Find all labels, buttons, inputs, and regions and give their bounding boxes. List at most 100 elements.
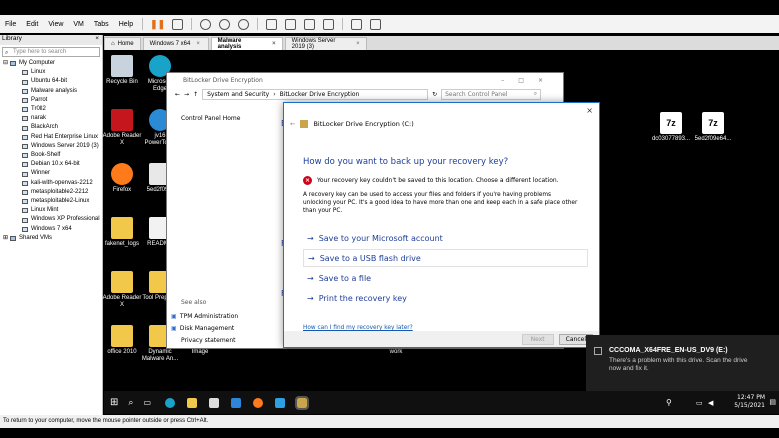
menu-help[interactable]: Help [114, 21, 138, 28]
forward-arrow-icon[interactable]: → [184, 91, 189, 98]
virtual-machine-icon [22, 134, 28, 140]
back-arrow-icon[interactable]: ← [175, 91, 180, 98]
full-screen-icon[interactable] [304, 18, 316, 30]
desktop-icon-recycle-bin[interactable]: Recycle Bin [102, 55, 142, 86]
console-icon[interactable] [351, 18, 363, 30]
close-icon[interactable]: × [586, 106, 593, 115]
tree-item-vm[interactable]: Ubuntu 64-bit [22, 77, 102, 86]
menu-vm[interactable]: VM [68, 21, 89, 28]
search-icon[interactable]: ⌕ [128, 398, 133, 408]
disk-management-link[interactable]: ▣ Disk Management [171, 323, 238, 335]
close-icon[interactable]: × [95, 35, 99, 45]
bitlocker-icon[interactable] [295, 395, 309, 410]
tree-item-vm[interactable]: BlackArch [22, 123, 102, 132]
edge-icon[interactable] [165, 397, 175, 408]
tab-malware-analysis[interactable]: Malware analysis × [210, 37, 283, 50]
tree-item-vm[interactable]: Linux [22, 68, 102, 77]
tree-item-vm[interactable]: Malware analysis [22, 87, 102, 96]
snapshot-icon[interactable] [200, 18, 212, 30]
control-panel-home-link[interactable]: Control Panel Home [181, 115, 240, 122]
revert-snapshot-icon[interactable] [219, 18, 231, 30]
start-icon[interactable]: ⊞ [110, 397, 118, 408]
network-icon[interactable]: ▭ [696, 399, 703, 407]
desktop-icon-firefox[interactable]: Firefox [102, 163, 142, 194]
send-ctrl-alt-del-icon[interactable] [172, 18, 184, 30]
library-view-icon[interactable] [266, 18, 278, 30]
drive-notification-toast[interactable]: CCCOMA_X64FRE_EN-US_DV9 (E:) There's a p… [586, 335, 779, 391]
window-controls: –□× [501, 77, 557, 84]
close-tab-icon[interactable]: × [356, 41, 360, 47]
thumbnail-view-icon[interactable] [285, 18, 297, 30]
privacy-statement-link[interactable]: Privacy statement [171, 335, 238, 347]
tree-item-vm[interactable]: Windows Server 2019 (3) [22, 142, 102, 151]
menu-edit[interactable]: Edit [21, 21, 43, 28]
library-search-input[interactable]: ⌕ Type here to search [2, 47, 100, 57]
task-view-icon[interactable]: ▭ [143, 398, 151, 407]
mail-icon[interactable] [231, 397, 241, 408]
people-icon[interactable]: ⚲ [666, 398, 672, 407]
snapshot-manager-icon[interactable] [238, 18, 250, 30]
tree-item-vm[interactable]: Tr0ll2 [22, 105, 102, 114]
tree-item-vm[interactable]: Book-Shelf [22, 151, 102, 160]
minimize-icon[interactable]: – [501, 77, 518, 84]
refresh-icon[interactable]: ↻ [432, 91, 437, 98]
pause-icon[interactable]: ❚❚ [150, 19, 165, 30]
notifications-icon[interactable]: ▤ [769, 398, 776, 406]
tree-item-vm[interactable]: kali-with-openvas-2212 [22, 179, 102, 188]
app-icon[interactable] [275, 397, 285, 408]
tpm-administration-link[interactable]: ▣ TPM Administration [171, 311, 238, 323]
tab-windows-7[interactable]: Windows 7 x64 × [142, 37, 209, 50]
back-arrow-icon[interactable]: ← [290, 120, 295, 128]
see-also-label: See also [181, 299, 207, 306]
tree-item-my-computer[interactable]: ⊟ My Computer [3, 59, 102, 68]
volume-icon[interactable]: ◀ [708, 399, 713, 407]
tree-item-vm[interactable]: Parrot [22, 96, 102, 105]
breadcrumb-part[interactable]: System and Security [207, 91, 269, 98]
tree-item-vm[interactable]: Winner [22, 169, 102, 178]
close-tab-icon[interactable]: × [272, 41, 276, 47]
tree-item-vm[interactable]: Red Hat Enterprise Linux [22, 133, 102, 142]
stretch-icon[interactable] [370, 18, 382, 30]
tree-item-vm[interactable]: Windows 7 x64 [22, 225, 102, 234]
store-icon[interactable] [209, 397, 219, 408]
collapse-icon[interactable]: ⊟ [3, 59, 8, 68]
address-bar[interactable]: System and Security › BitLocker Drive En… [202, 88, 429, 100]
maximize-icon[interactable]: □ [518, 77, 538, 84]
tree-item-vm[interactable]: Linux Mint [22, 206, 102, 215]
tab-home[interactable]: ⌂ Home [104, 37, 141, 50]
desktop-icon-image[interactable]: Image [180, 349, 220, 356]
firefox-icon[interactable] [253, 397, 263, 408]
unity-icon[interactable] [323, 18, 335, 30]
save-to-file-option[interactable]: → Save to a file [303, 269, 588, 287]
menu-view[interactable]: View [43, 21, 68, 28]
close-tab-icon[interactable]: × [196, 41, 200, 47]
tab-windows-server[interactable]: Windows Server 2019 (3) × [284, 37, 367, 50]
tree-item-vm[interactable]: metasploitable2-2212 [22, 188, 102, 197]
file-explorer-icon[interactable] [187, 397, 197, 408]
desktop-icon-adobe-reader[interactable]: Adobe Reader X [102, 109, 142, 147]
desktop-icon-fakenet-logs[interactable]: fakenet_logs [102, 217, 142, 248]
expand-icon[interactable]: ⊞ [3, 234, 8, 243]
tree-item-vm[interactable]: narak [22, 114, 102, 123]
tree-item-vm[interactable]: Debian 10.x 64-bit [22, 160, 102, 169]
close-icon[interactable]: × [538, 77, 557, 84]
desktop-icon-7z-1[interactable]: 7z dc03077893... [648, 112, 694, 143]
desktop-icon-office-2010[interactable]: office 2010 [102, 325, 142, 356]
breadcrumb-part[interactable]: BitLocker Drive Encryption [280, 91, 360, 98]
firefox-icon [111, 163, 133, 185]
desktop-icon-7z-2[interactable]: 7z 5ed2f09e64... [690, 112, 736, 143]
save-to-usb-option[interactable]: → Save to a USB flash drive [303, 249, 588, 267]
menu-file[interactable]: File [0, 21, 21, 28]
print-recovery-key-option[interactable]: → Print the recovery key [303, 289, 588, 307]
taskbar-clock[interactable]: 12:47 PM 5/15/2021 [734, 394, 765, 410]
tree-item-shared-vms[interactable]: ⊞ Shared VMs [3, 234, 102, 243]
desktop-icon-work[interactable]: work [376, 349, 416, 356]
tree-item-vm[interactable]: metasploitable2-Linux [22, 197, 102, 206]
tree-item-vm[interactable]: Windows XP Professional [22, 215, 102, 224]
menu-tabs[interactable]: Tabs [89, 21, 114, 28]
desktop-icon-adobe-reader-2[interactable]: Adobe Reader X [102, 271, 142, 309]
up-arrow-icon[interactable]: ↑ [193, 91, 198, 98]
control-panel-search-input[interactable]: Search Control Panel ⌕ [441, 88, 542, 100]
save-to-microsoft-account-option[interactable]: → Save to your Microsoft account [303, 229, 588, 247]
next-button[interactable]: Next [521, 333, 554, 345]
